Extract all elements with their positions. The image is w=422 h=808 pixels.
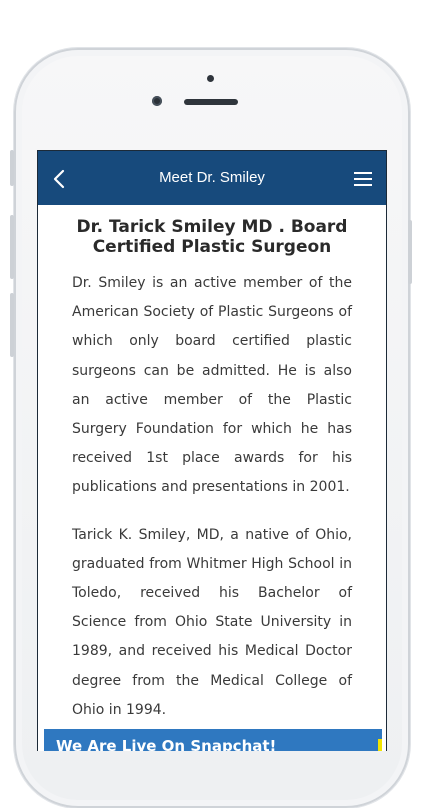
menu-button[interactable] xyxy=(352,167,376,191)
snapchat-banner[interactable]: We Are Live On Snapchat! xyxy=(44,729,382,751)
earpiece-speaker xyxy=(184,99,238,105)
front-camera xyxy=(152,96,162,106)
snapchat-accent xyxy=(378,739,382,751)
page-title: Meet Dr. Smiley xyxy=(159,169,265,186)
phone-side-button-left-3 xyxy=(10,293,14,357)
bio-paragraph-1: Dr. Smiley is an active member of the Am… xyxy=(72,275,352,496)
proximity-sensor xyxy=(207,75,214,82)
top-navigation-bar: Meet Dr. Smiley xyxy=(38,151,386,205)
phone-side-button-left-1 xyxy=(10,150,14,186)
hamburger-menu-icon xyxy=(354,172,372,186)
back-button[interactable] xyxy=(46,165,74,193)
app-screen: Meet Dr. Smiley Dr. Tarick Smiley MD . B… xyxy=(37,150,387,751)
content-area: Dr. Tarick Smiley MD . Board Certified P… xyxy=(38,205,386,751)
bio-paragraph-2: Tarick K. Smiley, MD, a native of Ohio, … xyxy=(72,526,352,718)
phone-side-button-left-2 xyxy=(10,215,14,279)
chevron-left-icon xyxy=(53,169,65,189)
snapchat-banner-text: We Are Live On Snapchat! xyxy=(56,737,277,751)
section-heading: Dr. Tarick Smiley MD . Board Certified P… xyxy=(76,217,348,257)
phone-side-button-right xyxy=(408,220,412,284)
